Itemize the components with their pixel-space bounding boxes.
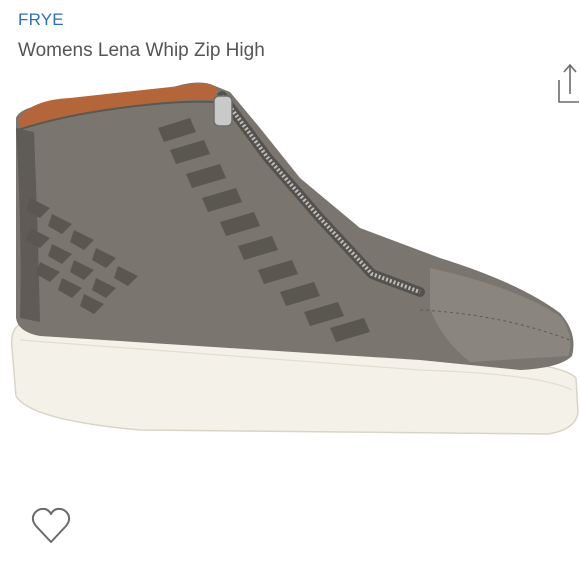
listing-title: Womens Lena Whip Zip High: [18, 40, 265, 61]
heart-outline-icon[interactable]: [30, 505, 72, 547]
product-image: [10, 82, 579, 435]
brand-link[interactable]: FRYE: [18, 10, 64, 30]
